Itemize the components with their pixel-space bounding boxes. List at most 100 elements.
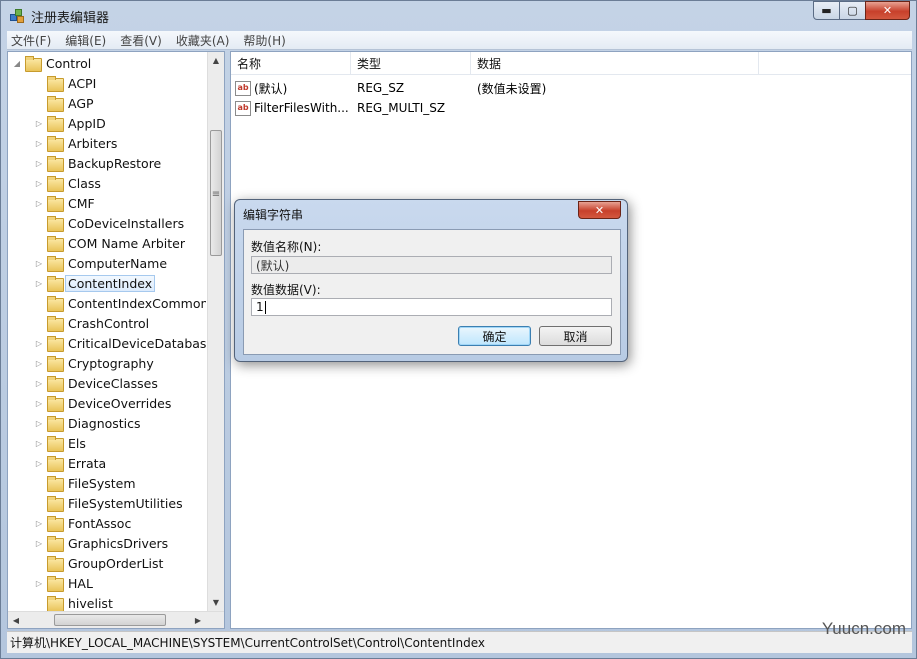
scroll-right-icon[interactable]: ▶ — [190, 612, 206, 628]
cancel-button[interactable]: 取消 — [539, 326, 612, 346]
folder-icon — [47, 156, 64, 172]
tree-item[interactable]: ▷ FontAssoc — [34, 513, 131, 533]
tree-vertical-scrollbar[interactable]: ▲ ≡ ▼ — [207, 52, 224, 612]
scroll-up-icon[interactable]: ▲ — [208, 52, 224, 68]
folder-icon — [47, 596, 64, 612]
tree-item[interactable]: ▷ ContentIndex — [34, 273, 156, 293]
value-name-label: 数值名称(N): — [251, 240, 322, 254]
close-button[interactable]: ✕ — [865, 1, 910, 20]
tree-item[interactable]: ▷ Class — [34, 173, 101, 193]
dialog-close-button[interactable]: ✕ — [578, 201, 621, 219]
column-header-data[interactable]: 数据 — [471, 52, 759, 75]
window-title: 注册表编辑器 — [31, 10, 110, 26]
tree-item[interactable]: CrashControl — [34, 313, 149, 333]
horizontal-scroll-thumb[interactable] — [54, 614, 166, 626]
expand-arrow-icon[interactable]: ▷ — [34, 579, 44, 588]
tree-item[interactable]: ContentIndexCommon — [34, 293, 206, 313]
tree-item-label: DeviceOverrides — [68, 395, 172, 411]
menu-help[interactable]: 帮助(H) — [243, 32, 285, 49]
list-header: 名称 类型 数据 — [231, 52, 911, 75]
column-header-name[interactable]: 名称 — [231, 52, 351, 75]
value-type: REG_SZ — [357, 81, 405, 95]
tree-item[interactable]: ▷ HAL — [34, 573, 93, 593]
tree-item[interactable]: CoDeviceInstallers — [34, 213, 184, 233]
expand-arrow-icon[interactable]: ▷ — [34, 379, 44, 388]
tree-item[interactable]: ▷ DeviceOverrides — [34, 393, 171, 413]
tree-item-label: AGP — [68, 95, 94, 111]
tree-item[interactable]: ▷ CMF — [34, 193, 95, 213]
tree-item[interactable]: ▷ AppID — [34, 113, 106, 133]
list-item[interactable]: ab (默认) REG_SZ (数值未设置) — [231, 78, 911, 98]
menu-file[interactable]: 文件(F) — [11, 32, 51, 49]
maximize-button[interactable]: ▢ — [839, 1, 866, 20]
status-path: 计算机\HKEY_LOCAL_MACHINE\SYSTEM\CurrentCon… — [10, 636, 485, 650]
menu-edit[interactable]: 编辑(E) — [65, 32, 106, 49]
tree-item-label: DeviceClasses — [68, 375, 158, 391]
regedit-app-icon — [9, 8, 25, 24]
list-item[interactable]: ab FilterFilesWith... REG_MULTI_SZ — [231, 98, 911, 118]
expand-arrow-icon[interactable]: ▷ — [34, 199, 44, 208]
tree-item[interactable]: ▷ ComputerName — [34, 253, 167, 273]
expand-arrow-icon[interactable]: ▷ — [34, 419, 44, 428]
scroll-left-icon[interactable]: ◀ — [8, 612, 24, 628]
folder-icon — [47, 376, 64, 392]
tree-item[interactable]: ▷ BackupRestore — [34, 153, 161, 173]
tree-item[interactable]: COM Name Arbiter — [34, 233, 185, 253]
string-value-icon: ab — [235, 80, 251, 96]
expand-arrow-icon[interactable]: ▷ — [34, 459, 44, 468]
tree-item-label: GraphicsDrivers — [68, 535, 169, 551]
expand-arrow-icon[interactable]: ▷ — [34, 159, 44, 168]
tree-item[interactable]: ACPI — [34, 73, 96, 93]
folder-icon — [47, 316, 64, 332]
expand-arrow-icon[interactable]: ▷ — [34, 179, 44, 188]
maximize-icon: ▢ — [847, 4, 858, 17]
folder-icon — [47, 436, 64, 452]
expand-arrow-icon[interactable]: ▷ — [34, 259, 44, 268]
value-data-input[interactable]: 1 — [251, 298, 612, 316]
tree-item[interactable]: ▷ Diagnostics — [34, 413, 141, 433]
tree-root-control[interactable]: ◢ Control — [12, 53, 91, 73]
value-name: (默认) — [254, 81, 288, 96]
tree-item[interactable]: ▷ Cryptography — [34, 353, 154, 373]
tree-item[interactable]: FileSystemUtilities — [34, 493, 183, 513]
value-name-field[interactable]: (默认) — [251, 256, 612, 274]
tree-item[interactable]: ▷ GraphicsDrivers — [34, 533, 168, 553]
scroll-down-icon[interactable]: ▼ — [208, 594, 224, 610]
value-type: REG_MULTI_SZ — [357, 101, 446, 115]
expand-arrow-icon[interactable]: ▷ — [34, 539, 44, 548]
expand-arrow-icon[interactable]: ▷ — [34, 519, 44, 528]
minimize-button[interactable]: ▬ — [813, 1, 840, 20]
tree-item[interactable]: ▷ Errata — [34, 453, 106, 473]
tree-item[interactable]: ▷ CriticalDeviceDatabase — [34, 333, 206, 353]
tree-item[interactable]: hivelist — [34, 593, 113, 612]
registry-tree-pane: ◢ Control ACPI AGP ▷ AppID ▷ Arbiters ▷ BackupR… — [7, 51, 225, 629]
tree-item-label: hivelist — [68, 595, 113, 611]
tree-item[interactable]: AGP — [34, 93, 94, 113]
tree-item[interactable]: ▷ Els — [34, 433, 86, 453]
menu-view[interactable]: 查看(V) — [120, 32, 162, 49]
expand-arrow-icon[interactable]: ▷ — [34, 439, 44, 448]
menu-favorites[interactable]: 收藏夹(A) — [176, 32, 230, 49]
expand-arrow-icon[interactable]: ▷ — [34, 279, 44, 288]
tree-item[interactable]: ▷ DeviceClasses — [34, 373, 158, 393]
expand-arrow-icon[interactable]: ▷ — [34, 359, 44, 368]
folder-icon — [47, 276, 64, 292]
expand-arrow-icon[interactable]: ▷ — [34, 139, 44, 148]
folder-icon — [47, 336, 64, 352]
tree-item-label: CoDeviceInstallers — [68, 215, 185, 231]
expand-arrow-icon[interactable]: ▷ — [34, 339, 44, 348]
tree-item-label: FontAssoc — [68, 515, 132, 531]
scroll-grip-icon: ≡ — [211, 188, 221, 200]
tree-item-label: ComputerName — [68, 255, 168, 271]
tree-item[interactable]: FileSystem — [34, 473, 136, 493]
value-name: FilterFilesWith... — [254, 101, 349, 115]
tree-item[interactable]: ▷ Arbiters — [34, 133, 117, 153]
expand-arrow-icon[interactable]: ▷ — [34, 119, 44, 128]
expanded-icon[interactable]: ◢ — [12, 59, 22, 68]
tree-item-label: Cryptography — [68, 355, 154, 371]
ok-button[interactable]: 确定 — [458, 326, 531, 346]
tree-item[interactable]: GroupOrderList — [34, 553, 163, 573]
column-header-type[interactable]: 类型 — [351, 52, 471, 75]
tree-horizontal-scrollbar[interactable]: ◀ ▶ — [8, 611, 224, 628]
expand-arrow-icon[interactable]: ▷ — [34, 399, 44, 408]
